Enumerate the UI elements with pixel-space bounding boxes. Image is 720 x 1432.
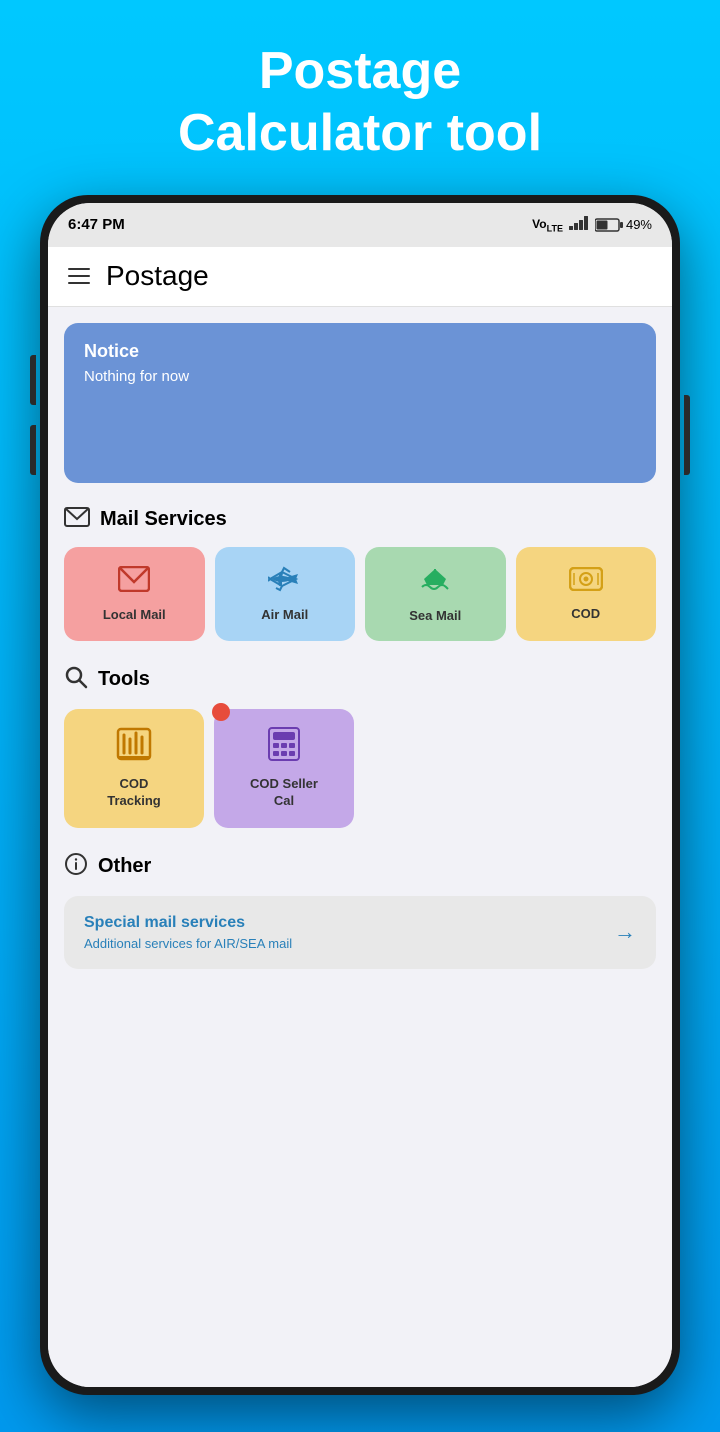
- tools-title: Tools: [98, 668, 150, 691]
- air-mail-button[interactable]: Air Mail: [215, 547, 356, 641]
- tools-header: Tools: [64, 665, 656, 695]
- other-section: Other Special mail services Additional s…: [64, 852, 656, 969]
- info-icon: [64, 852, 88, 882]
- tools-grid: COD Tracking: [64, 709, 656, 828]
- app-header: Postage: [48, 247, 672, 307]
- other-card-text: Special mail services Additional service…: [84, 914, 292, 951]
- local-mail-icon: [118, 566, 150, 599]
- phone-screen: 6:47 PM VoLTE: [48, 203, 672, 1387]
- notification-dot: [212, 703, 230, 721]
- sea-mail-icon: [418, 565, 452, 600]
- mail-icon: [64, 507, 90, 533]
- mail-services-title: Mail Services: [100, 508, 227, 531]
- special-mail-card[interactable]: Special mail services Additional service…: [64, 896, 656, 969]
- mail-services-section: Mail Services Local Mail: [64, 507, 656, 641]
- status-icons: VoLTE 49%: [532, 216, 652, 233]
- status-bar: 6:47 PM VoLTE: [48, 203, 672, 247]
- local-mail-button[interactable]: Local Mail: [64, 547, 205, 641]
- sea-mail-label: Sea Mail: [409, 608, 461, 623]
- app-title: Postage Calculator tool: [178, 40, 542, 165]
- signal-icon: [569, 216, 589, 233]
- local-mail-label: Local Mail: [103, 607, 166, 622]
- cod-tracking-button[interactable]: COD Tracking: [64, 709, 204, 828]
- search-icon: [64, 665, 88, 695]
- notice-card: Notice Nothing for now: [64, 323, 656, 483]
- cod-tracking-icon: [116, 727, 152, 768]
- cod-label: COD: [571, 606, 600, 621]
- tools-section: Tools: [64, 665, 656, 828]
- air-mail-icon: [268, 566, 302, 599]
- hamburger-menu-button[interactable]: [68, 268, 90, 284]
- content-area: Notice Nothing for now Mail Services: [48, 307, 672, 1387]
- air-mail-label: Air Mail: [261, 607, 308, 622]
- app-title-line1: Postage: [259, 42, 461, 100]
- notice-title: Notice: [84, 341, 636, 362]
- cod-icon: [569, 567, 603, 598]
- cod-seller-label: COD Seller Cal: [250, 776, 318, 810]
- other-title: Other: [98, 855, 151, 878]
- app-title-line2: Calculator tool: [178, 104, 542, 162]
- other-card-title: Special mail services: [84, 914, 292, 932]
- other-card-subtitle: Additional services for AIR/SEA mail: [84, 936, 292, 951]
- page-title: Postage: [106, 260, 209, 292]
- cod-seller-icon: [268, 727, 300, 768]
- sea-mail-button[interactable]: Sea Mail: [365, 547, 506, 641]
- mail-services-header: Mail Services: [64, 507, 656, 533]
- other-header: Other: [64, 852, 656, 882]
- cod-button[interactable]: COD: [516, 547, 657, 641]
- notice-text: Nothing for now: [84, 368, 636, 385]
- cod-tracking-label: COD Tracking: [107, 776, 160, 810]
- status-time: 6:47 PM: [68, 216, 125, 233]
- battery-icon: 49%: [595, 217, 652, 232]
- cod-seller-button[interactable]: COD Seller Cal: [214, 709, 354, 828]
- mail-services-grid: Local Mail: [64, 547, 656, 641]
- network-icon: VoLTE: [532, 217, 563, 233]
- phone-frame: 6:47 PM VoLTE: [40, 195, 680, 1395]
- battery-percent: 49%: [626, 217, 652, 232]
- arrow-right-icon: →: [614, 919, 636, 945]
